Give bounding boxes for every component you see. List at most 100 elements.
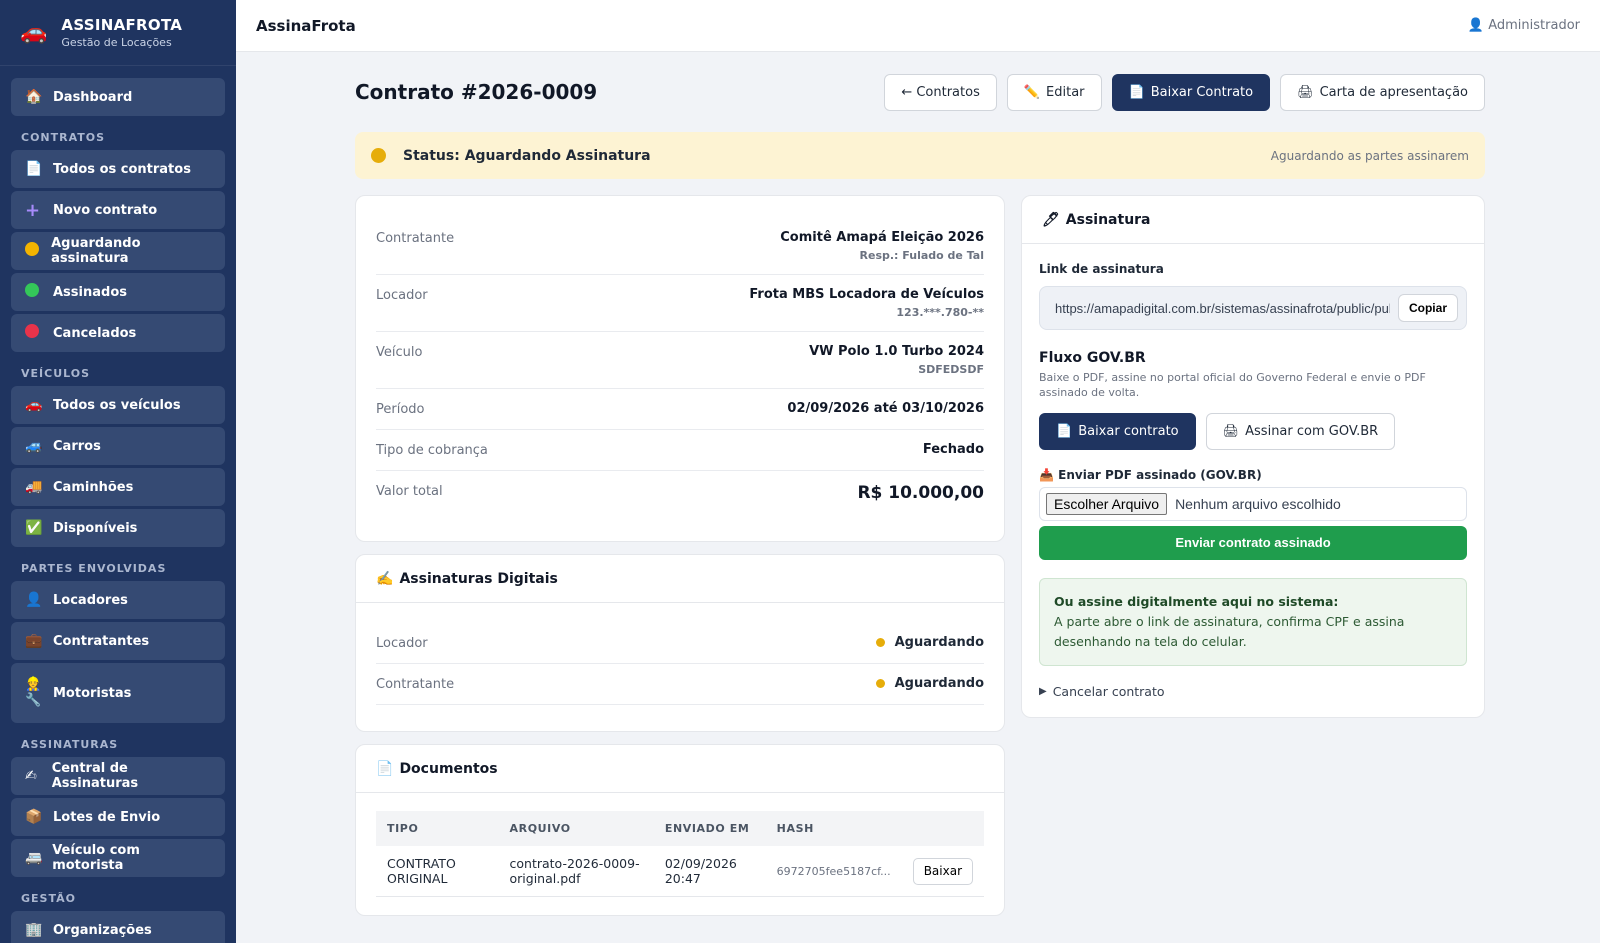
edit-button-label: Editar [1046, 84, 1085, 100]
column-header-actions [901, 811, 984, 846]
govbr-sign-button[interactable]: 🖨 Assinar com GOV.BR [1205, 412, 1396, 450]
download-document-button[interactable]: Baixar [912, 857, 973, 885]
sidebar-item-motoristas[interactable]: 👷 🔧 Motoristas [11, 663, 225, 723]
sidebar-item-contratantes[interactable]: 💼 Contratantes [11, 622, 225, 660]
sidebar-item-label: Todos os veículos [53, 397, 181, 413]
printer-icon: 🖨 [1222, 423, 1240, 439]
status-banner: Status: Aguardando Assinatura Aguardando… [355, 132, 1485, 179]
sidebar-item-veiculo-motorista[interactable]: 🚐 Veículo com motorista [11, 839, 225, 877]
govbr-download-label: Baixar contrato [1078, 423, 1179, 439]
brand-subtitle: Gestão de Locações [61, 36, 172, 49]
govbr-flow-title: Fluxo GOV.BR [1039, 350, 1146, 366]
briefcase-icon: 💼 [25, 633, 43, 649]
table-header-row: TIPO ARQUIVO ENVIADO EM HASH [376, 811, 984, 846]
sidebar-item-aguardando[interactable]: Aguardando assinatura [11, 232, 225, 270]
document-icon: 📄 [1128, 84, 1145, 100]
signatures-body: Locador Aguardando Contratante Aguardand… [356, 603, 1004, 731]
doc-sent-at: 02/09/2026 20:47 [653, 846, 766, 897]
digital-signatures-card: ✍️ Assinaturas Digitais Locador Aguardan… [355, 554, 1005, 732]
billing-type-value: Fechado [922, 442, 984, 457]
brand-title: ASSINAFROTA [61, 16, 183, 34]
car-icon: 🚗 [25, 397, 43, 413]
sidebar-item-label: Caminhões [53, 479, 134, 495]
govbr-flow-description: Baixe o PDF, assine no portal oficial do… [1039, 371, 1426, 399]
cancel-contract-label: Cancelar contrato [1052, 683, 1165, 699]
truck-icon: 🚚 [25, 479, 43, 495]
sidebar-item-label: Novo contrato [53, 202, 158, 218]
detail-label: Período [376, 402, 425, 417]
page-actions: ← Contratos ✏️ Editar 📄 Baixar Contrato 🖨 C… [884, 73, 1485, 111]
upload-label: 📥 Enviar PDF assinado (GOV.BR) [1039, 468, 1467, 482]
signature-party: Contratante [376, 677, 455, 692]
card-title: Documentos [399, 760, 498, 777]
sidebar-item-cancelados[interactable]: Cancelados [11, 314, 225, 352]
pen-icon: 🖊 [1042, 211, 1060, 228]
edit-button[interactable]: ✏️ Editar [1006, 73, 1102, 111]
detail-value: Frota MBS Locadora de Veículos 123.***.7… [749, 287, 984, 319]
doc-filename: contrato-2026-0009-original.pdf [498, 846, 654, 897]
signature-link-input[interactable]: https://amapadigital.com.br/sistemas/ass… [1055, 301, 1390, 316]
contratante-name: Comitê Amapá Eleição 2026 [780, 230, 984, 245]
documents-card: 📄 Documentos TIPO ARQUIVO ENVIADO EM HAS… [355, 744, 1005, 916]
download-contract-button[interactable]: 📄 Baixar Contrato [1111, 73, 1271, 111]
column-header: ENVIADO EM [653, 811, 766, 846]
sidebar-item-novo-contrato[interactable]: + Novo contrato [11, 191, 225, 229]
red-dot-icon [25, 324, 53, 342]
document-icon: 📄 [25, 161, 43, 177]
vehicle-name: VW Polo 1.0 Turbo 2024 [809, 344, 984, 359]
sidebar-item-caminhoes[interactable]: 🚚 Caminhões [11, 468, 225, 506]
back-to-contracts-button[interactable]: ← Contratos [884, 73, 997, 111]
sidebar-item-todos-veiculos[interactable]: 🚗 Todos os veículos [11, 386, 225, 424]
right-column: 🖊 Assinatura Link de assinatura https://… [1021, 195, 1485, 730]
inbox-icon: 📥 [1039, 467, 1054, 482]
detail-row-cobranca: Tipo de cobrança Fechado [376, 430, 984, 471]
user-icon: 👤 [1467, 18, 1485, 33]
sidebar-item-label: Dashboard [53, 89, 133, 105]
copy-link-button[interactable]: Copiar [1397, 294, 1458, 322]
sidebar-item-assinados[interactable]: Assinados [11, 273, 225, 311]
sidebar-item-central[interactable]: ✍ Central de Assinaturas [11, 757, 225, 795]
topbar-title: AssinaFrota [256, 16, 356, 35]
locador-name: Frota MBS Locadora de Veículos [749, 287, 984, 302]
worker-wrench-icon: 👷 🔧 [25, 677, 42, 708]
cancel-contract-toggle[interactable]: ▶ Cancelar contrato [1039, 684, 1467, 699]
nav-section-contratos: CONTRATOS [21, 131, 106, 144]
total-value: R$ 10.000,00 [857, 483, 984, 503]
package-icon: 📦 [25, 809, 43, 825]
sidebar-item-label: Disponíveis [53, 520, 138, 536]
govbr-download-button[interactable]: 📄 Baixar contrato [1039, 412, 1196, 450]
sidebar-item-dashboard[interactable]: 🏠 Dashboard [11, 78, 225, 116]
sidebar-item-disponiveis[interactable]: ✅ Disponíveis [11, 509, 225, 547]
brand[interactable]: 🚗 ASSINAFROTA Gestão de Locações [0, 0, 236, 66]
sidebar-item-locadores[interactable]: 👤 Locadores [11, 581, 225, 619]
signature-status-label: Aguardando [894, 676, 984, 691]
cover-letter-button[interactable]: 🖨 Carta de apresentação [1280, 73, 1485, 111]
sidebar-item-organizacoes[interactable]: 🏢 Organizações [11, 911, 225, 943]
sidebar-item-label: Organizações [53, 922, 152, 938]
detail-label: Veículo [376, 345, 423, 360]
signature-card-body: Link de assinatura https://amapadigital.… [1022, 244, 1484, 717]
sidebar-item-todos-contratos[interactable]: 📄 Todos os contratos [11, 150, 225, 188]
sidebar-item-carros[interactable]: 🚙 Carros [11, 427, 225, 465]
file-input[interactable]: Escolher Arquivo Nenhum arquivo escolhid… [1039, 486, 1467, 521]
table-row: CONTRATO ORIGINAL contrato-2026-0009-ori… [376, 846, 984, 897]
info-title: Ou assine digitalmente aqui no sistema: [1054, 593, 1339, 609]
writing-hand-icon: ✍️ [376, 570, 394, 587]
doc-type: CONTRATO ORIGINAL [376, 846, 499, 897]
user-menu[interactable]: 👤 Administrador [1468, 18, 1580, 33]
pending-dot-icon [875, 638, 885, 647]
signature-card: 🖊 Assinatura Link de assinatura https://… [1021, 195, 1485, 718]
page-header: Contrato #2026-0009 ← Contratos ✏️ Editar… [355, 52, 1485, 132]
send-signed-contract-button[interactable]: Enviar contrato assinado [1039, 525, 1467, 560]
sidebar-item-lotes[interactable]: 📦 Lotes de Envio [11, 798, 225, 836]
column-header: HASH [765, 811, 902, 846]
detail-label: Tipo de cobrança [376, 443, 488, 458]
contract-details-card: Contratante Comitê Amapá Eleição 2026 Re… [355, 195, 1005, 542]
details-body: Contratante Comitê Amapá Eleição 2026 Re… [356, 196, 1004, 541]
content-grid: Contratante Comitê Amapá Eleição 2026 Re… [355, 195, 1485, 928]
choose-file-button[interactable]: Escolher Arquivo [1046, 492, 1168, 515]
sidebar-item-label: Veículo com motorista [52, 843, 140, 873]
file-status: Nenhum arquivo escolhido [1175, 495, 1341, 512]
left-column: Contratante Comitê Amapá Eleição 2026 Re… [355, 195, 1005, 928]
documents-table: TIPO ARQUIVO ENVIADO EM HASH CONTRATO OR… [376, 811, 984, 897]
